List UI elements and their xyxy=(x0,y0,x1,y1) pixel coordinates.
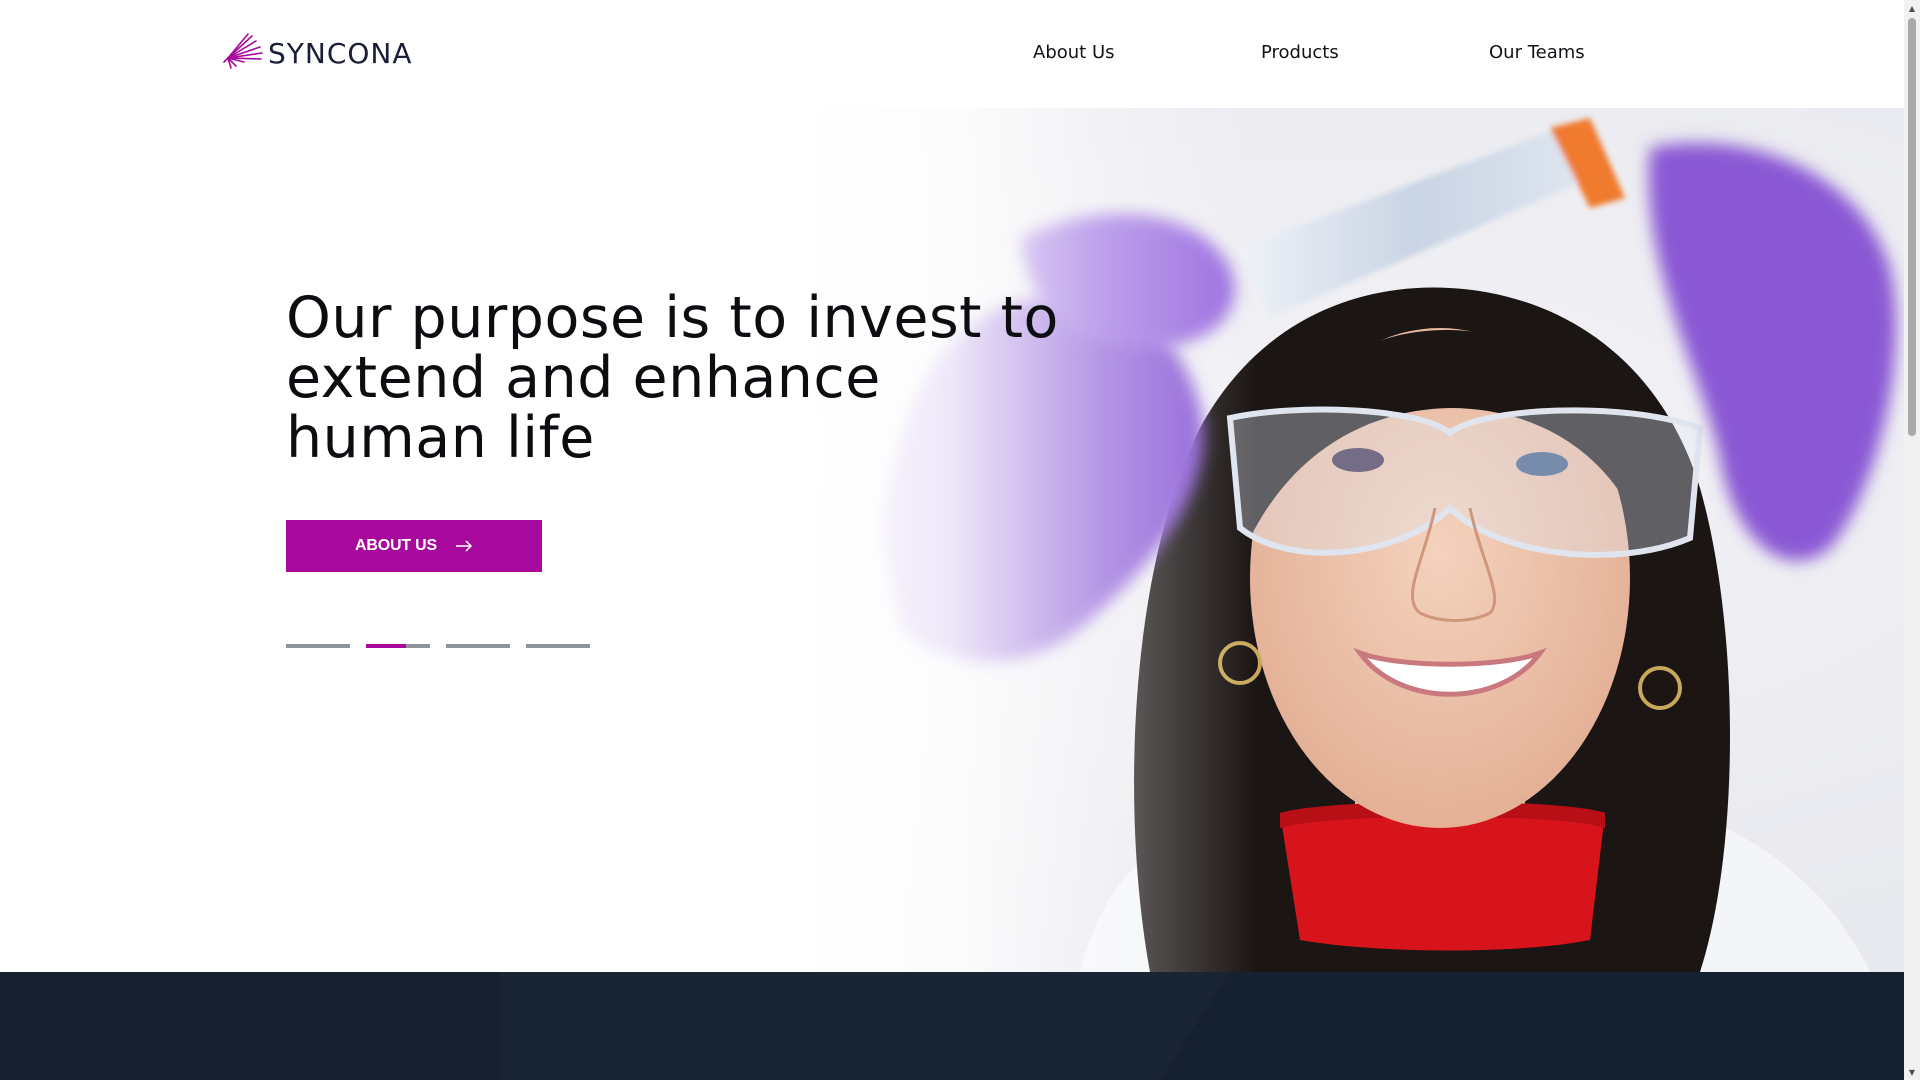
logo-wordmark: SYNCONA xyxy=(268,36,413,70)
site-header: SYNCONA About Us Products Our Teams xyxy=(0,0,1904,108)
carousel-indicators xyxy=(286,644,590,648)
nav-about-us[interactable]: About Us xyxy=(1033,42,1115,63)
nav-our-teams[interactable]: Our Teams xyxy=(1489,42,1585,63)
hero-section: Our purpose is to invest to extend and e… xyxy=(0,108,1904,972)
dark-section-pattern xyxy=(500,972,1904,1080)
syncona-logo-icon xyxy=(223,33,263,69)
dark-section xyxy=(0,972,1904,1080)
scroll-up-icon[interactable]: ▲ xyxy=(1904,0,1920,16)
hero-heading: Our purpose is to invest to extend and e… xyxy=(286,288,1066,468)
hero-heading-line-1: Our purpose is to invest to xyxy=(286,285,1059,351)
page-scrollbar[interactable]: ▲ ▼ xyxy=(1904,0,1920,1080)
arrow-right-icon xyxy=(455,540,473,552)
about-us-button[interactable]: ABOUT US xyxy=(286,520,542,572)
carousel-indicator-2[interactable] xyxy=(366,644,430,648)
hero-heading-line-2: extend and enhance xyxy=(286,345,881,411)
carousel-indicator-3[interactable] xyxy=(446,644,510,648)
scrollbar-thumb[interactable] xyxy=(1908,18,1916,436)
nav-products[interactable]: Products xyxy=(1261,42,1339,63)
carousel-indicator-4[interactable] xyxy=(526,644,590,648)
scroll-down-icon[interactable]: ▼ xyxy=(1904,1064,1920,1080)
logo-link[interactable]: SYNCONA xyxy=(222,32,413,74)
hero-heading-line-3: human life xyxy=(286,405,595,471)
carousel-indicator-1[interactable] xyxy=(286,644,350,648)
about-us-button-label: ABOUT US xyxy=(355,537,437,554)
